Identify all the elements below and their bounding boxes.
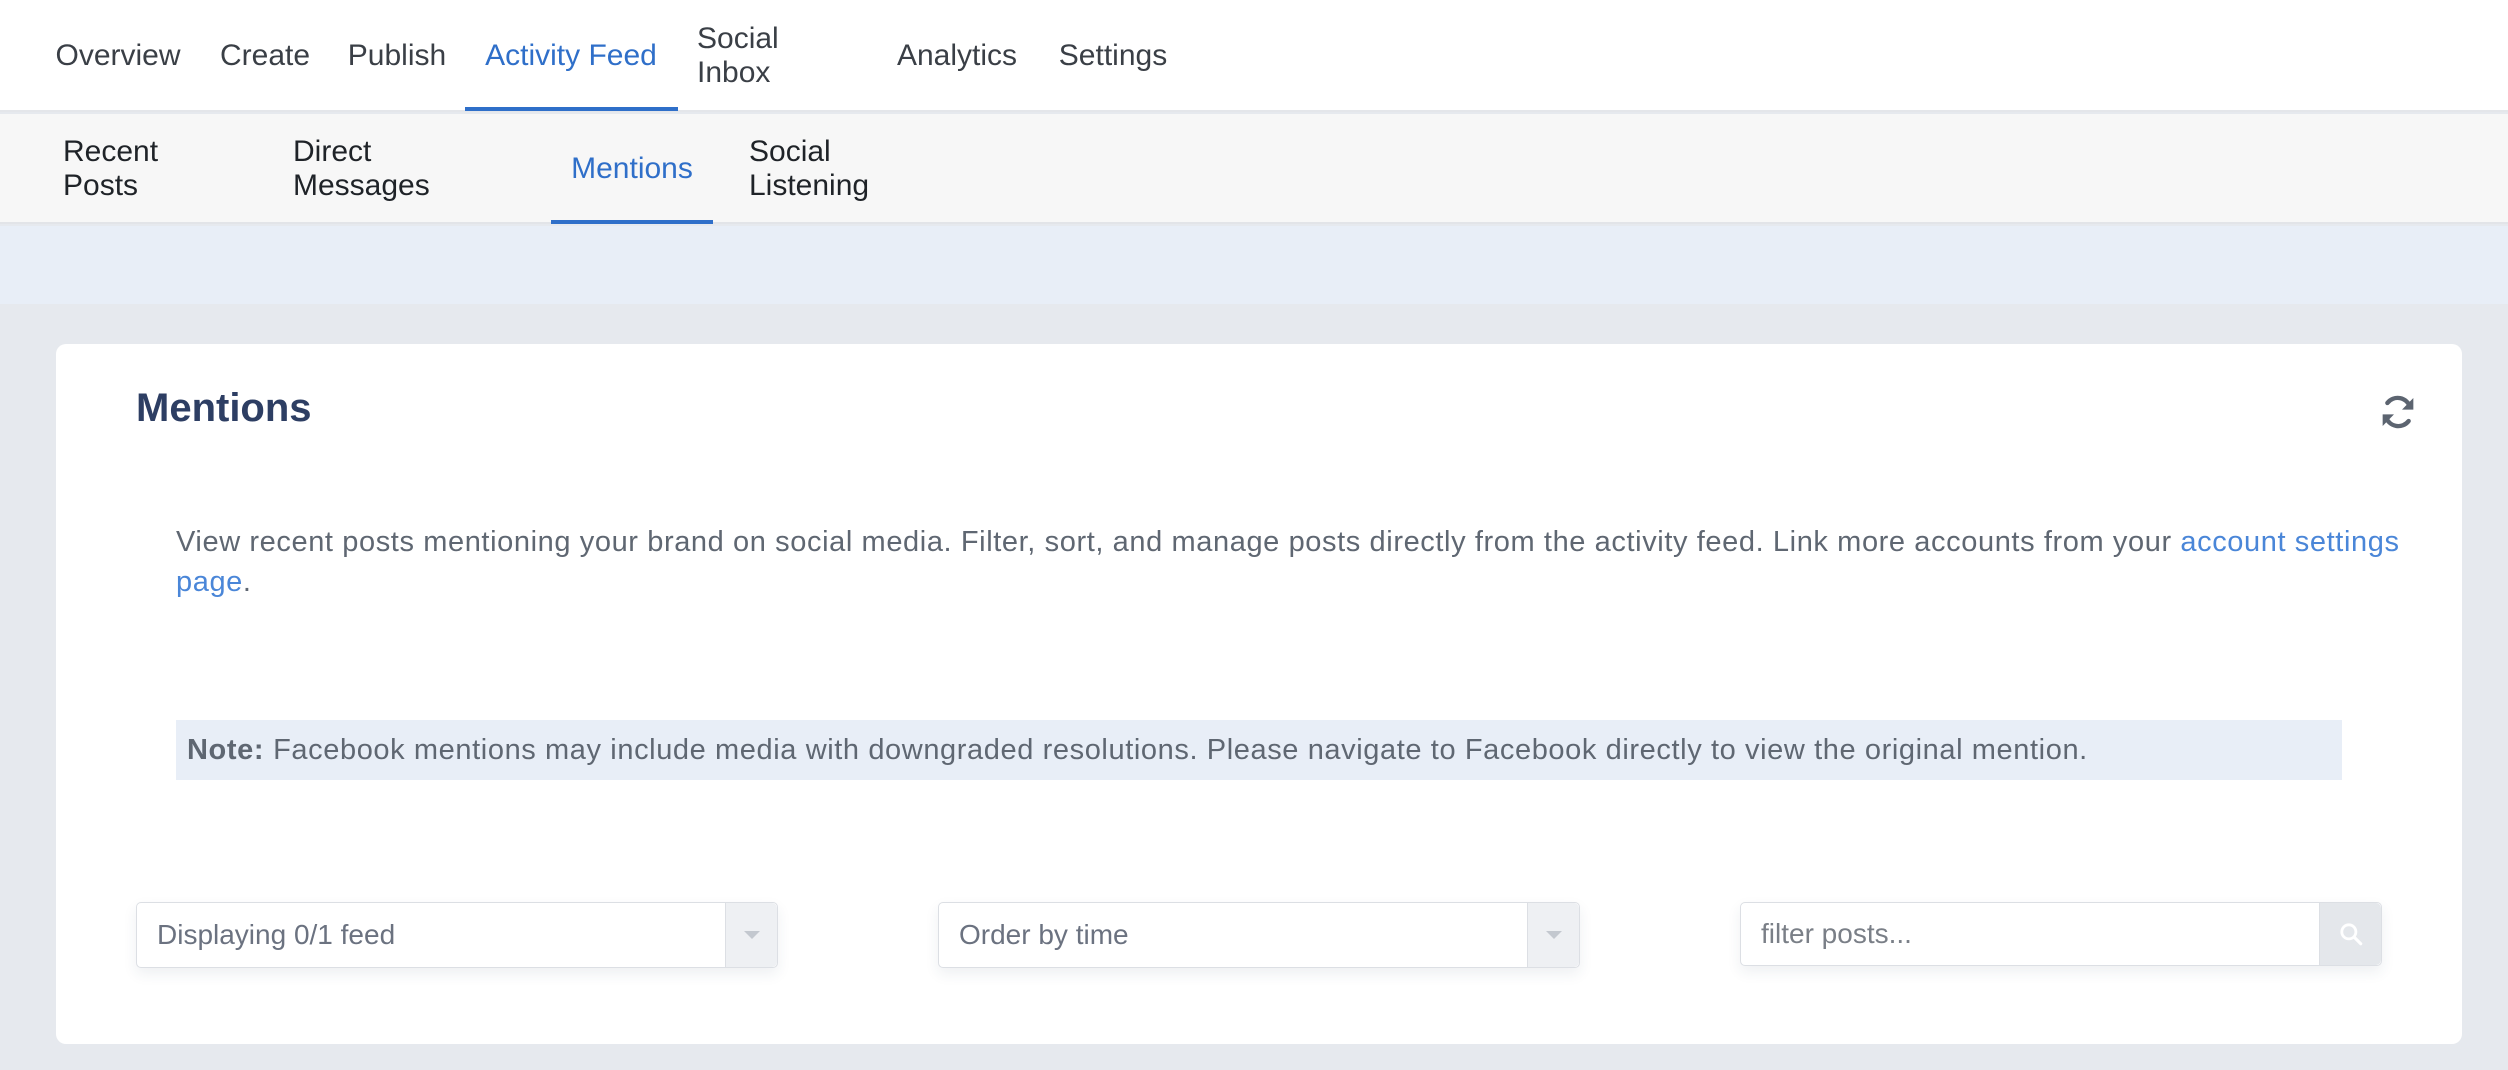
sub-nav: Recent Posts Direct Messages Mentions So… [0, 114, 2508, 224]
tab-analytics[interactable]: Analytics [897, 0, 1017, 112]
tab-social-inbox[interactable]: Social Inbox [697, 0, 857, 112]
refresh-icon [2382, 395, 2414, 429]
active-tab-indicator [465, 107, 678, 111]
search-input[interactable] [1741, 903, 2321, 965]
active-subtab-indicator [551, 220, 713, 224]
description-text: View recent posts mentioning your brand … [176, 526, 2181, 558]
tab-settings[interactable]: Settings [1057, 0, 1169, 112]
refresh-button[interactable] [2374, 388, 2422, 436]
feed-select-caret[interactable] [725, 903, 777, 967]
tab-create[interactable]: Create [220, 0, 310, 112]
description: View recent posts mentioning your brand … [176, 522, 2416, 602]
header-band [0, 226, 2508, 304]
feed-select-value: Displaying 0/1 feed [157, 919, 396, 950]
order-select-caret[interactable] [1527, 903, 1579, 967]
note-label: Note: [187, 733, 265, 766]
mentions-card: Mentions View recent posts mentioning yo… [56, 344, 2462, 1044]
description-end: . [242, 566, 252, 598]
filter-search [1740, 902, 2382, 966]
subtab-social-listening[interactable]: Social Listening [749, 114, 957, 224]
feed-select[interactable]: Displaying 0/1 feed [136, 902, 778, 968]
chevron-down-icon [743, 931, 760, 939]
subtab-recent-posts[interactable]: Recent Posts [63, 114, 238, 224]
subtab-direct-messages[interactable]: Direct Messages [293, 114, 515, 224]
note-banner: Note: Facebook mentions may include medi… [176, 720, 2342, 780]
tab-overview[interactable]: Overview [55, 0, 180, 112]
tab-activity-feed[interactable]: Activity Feed [485, 0, 657, 112]
note-text: Facebook mentions may include media with… [273, 733, 2088, 766]
order-select[interactable]: Order by time [938, 902, 1580, 968]
subtab-mentions[interactable]: Mentions [570, 114, 694, 224]
page-title: Mentions [136, 386, 312, 430]
search-icon [2339, 923, 2362, 946]
search-button[interactable] [2319, 903, 2381, 965]
order-select-value: Order by time [959, 919, 1129, 950]
top-nav: Overview Create Publish Activity Feed So… [0, 0, 2508, 112]
chevron-down-icon [1545, 931, 1562, 939]
tab-publish[interactable]: Publish [348, 0, 446, 112]
